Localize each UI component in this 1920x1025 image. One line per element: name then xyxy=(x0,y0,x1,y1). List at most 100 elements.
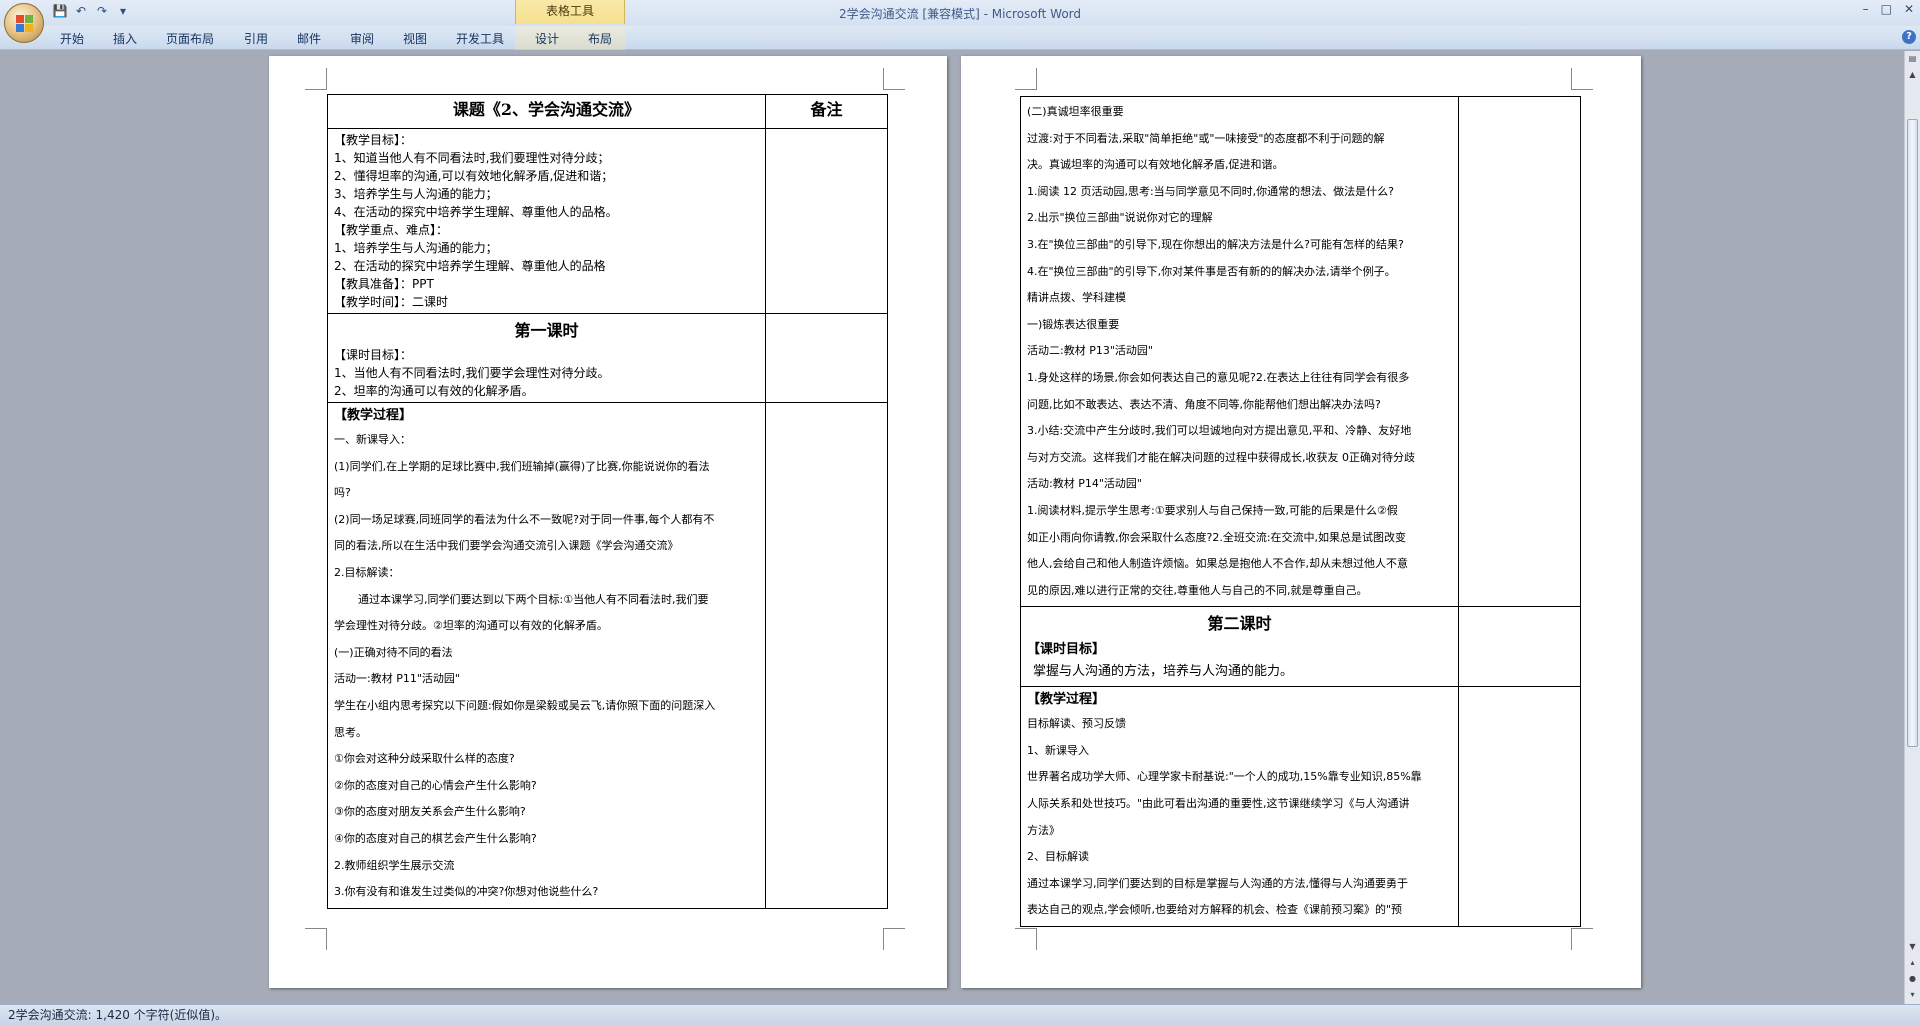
tab-insert[interactable]: 插入 xyxy=(113,30,137,47)
text-line: 2、懂得坦率的沟通,可以有效地化解矛盾,促进和谐； xyxy=(334,169,614,183)
text-line: ②你的态度对自己的心情会产生什么影响? xyxy=(334,778,537,792)
tab-view[interactable]: 视图 xyxy=(403,30,427,47)
vertical-scrollbar[interactable]: ▤ ▲ ▼ ▴ ● ▾ xyxy=(1904,51,1920,1004)
text-line: 表达自己的观点,学会倾听,也要给对方解释的机会、检查《课前预习案》的"预 xyxy=(1027,903,1403,917)
tab-home[interactable]: 开始 xyxy=(60,30,84,47)
text-line: 与对方交流。这样我们才能在解决问题的过程中获得成长,收获友 0正确对待分歧 xyxy=(1027,450,1415,464)
minimize-button[interactable]: – xyxy=(1863,2,1869,16)
previous-page-icon[interactable]: ▴ xyxy=(1907,957,1918,969)
text-line: 人际关系和处世技巧。"由此可看出沟通的重要性,这节课继续学习《与人沟通讲 xyxy=(1027,797,1410,811)
text-line: 1、新课导入 xyxy=(1027,743,1089,757)
notes-header: 备注 xyxy=(810,100,843,119)
text-line: (二)真诚坦率很重要 xyxy=(1027,105,1124,118)
table-header-title-cell[interactable]: 课题《2、学会沟通交流》 xyxy=(327,94,766,129)
notes-cell[interactable] xyxy=(765,402,888,909)
text-line: 活动一:教材 P11"活动园" xyxy=(334,672,460,686)
text-line: 问题,比如不敢表达、表达不清、角度不同等,你能帮他们想出解决办法吗? xyxy=(1027,397,1381,411)
text-line: 1、培养学生与人沟通的能力； xyxy=(334,241,498,255)
page-2: (二)真诚坦率很重要 过渡:对于不同看法,采取"简单拒绝"或"一味接受"的态度都… xyxy=(961,56,1641,988)
tab-layout[interactable]: 布局 xyxy=(588,30,612,47)
notes-cell[interactable] xyxy=(765,313,888,403)
lesson2-title: 第二课时 xyxy=(1207,614,1272,634)
tab-review[interactable]: 审阅 xyxy=(350,30,374,47)
crop-mark xyxy=(1571,928,1593,950)
notes-cell[interactable] xyxy=(1458,95,1581,608)
text-line: 1.身处这样的场景,你会如何表达自己的意见呢?2.在表达上往往有同学会有很多 xyxy=(1027,370,1410,384)
help-icon[interactable]: ? xyxy=(1902,30,1916,44)
text-line: 他人,会给自己和他人制造许烦恼。如果总是抱他人不合作,却从未想过他人不意 xyxy=(1027,557,1408,571)
crop-mark xyxy=(883,928,905,950)
select-browse-object-icon[interactable]: ● xyxy=(1907,973,1918,985)
tab-mailings[interactable]: 邮件 xyxy=(297,30,321,47)
activities-cell[interactable]: (二)真诚坦率很重要 过渡:对于不同看法,采取"简单拒绝"或"一味接受"的态度都… xyxy=(1020,95,1459,608)
lesson2-goals-cell[interactable]: 第二课时 【课时目标】 掌握与人沟通的方法，培养与人沟通的能力。 xyxy=(1020,606,1459,688)
crop-mark xyxy=(1571,68,1593,90)
text-line: 通过本课学习,同学们要达到的目标是掌握与人沟通的方法,懂得与人沟通要勇于 xyxy=(1027,876,1408,890)
text-line: 4.在"换位三部曲"的引导下,你对某件事是否有新的的解决办法,请举个例子。 xyxy=(1027,264,1396,278)
text-line: 活动:教材 P14"活动园" xyxy=(1027,477,1142,491)
text-line: 3.小结:交流中产生分歧时,我们可以坦诚地向对方提出意见,平和、冷静、友好地 xyxy=(1027,424,1412,438)
teaching-process-cell[interactable]: 【教学过程】 目标解读、预习反馈 1、新课导入 世界著名成功学大师、心理学家卡耐… xyxy=(1020,686,1459,928)
tab-references[interactable]: 引用 xyxy=(244,30,268,47)
document-workspace[interactable]: 课题《2、学会沟通交流》 备注 【教学目标】： 1、知道当他人有不同看法时,我们… xyxy=(0,51,1904,1004)
title-bar: 💾 ↶ ↷ ▾ 表格工具 2学会沟通交流 [兼容模式] - Microsoft … xyxy=(0,0,1920,26)
crop-mark xyxy=(883,68,905,90)
text-line: (1)同学们,在上学期的足球比赛中,我们班输掉(赢得)了比赛,你能说说你的看法 xyxy=(334,459,710,473)
close-button[interactable]: ✕ xyxy=(1904,2,1914,16)
status-bar: 2学会沟通交流: 1,420 个字符(近似值)。 xyxy=(0,1004,1920,1025)
text-line: 【教学时间】：二课时 xyxy=(334,295,449,309)
text-line: 【教学目标】： xyxy=(334,133,413,147)
text-line: 2.出示"换位三部曲"说说你对它的理解 xyxy=(1027,211,1213,225)
text-line: (2)同一场足球赛,同班同学的看法为什么不一致呢?对于同一件事,每个人都有不 xyxy=(334,512,715,526)
text-line: 1.阅读 12 页活动园,思考:当与同学意见不同时,你通常的想法、做法是什么? xyxy=(1027,184,1395,198)
text-line: 2、目标解读 xyxy=(1027,850,1089,864)
crop-mark xyxy=(1015,68,1037,90)
notes-cell[interactable] xyxy=(765,128,888,314)
tab-design[interactable]: 设计 xyxy=(535,30,559,47)
crop-mark xyxy=(305,928,327,950)
text-line: 活动二:教材 P13"活动园" xyxy=(1027,344,1153,358)
notes-cell[interactable] xyxy=(1458,606,1581,688)
objectives-cell[interactable]: 【教学目标】： 1、知道当他人有不同看法时,我们要理性对待分歧； 2、懂得坦率的… xyxy=(327,128,766,314)
text-line: 2、在活动的探究中培养学生理解、尊重他人的品格 xyxy=(334,259,606,273)
lesson-table-page-1: 课题《2、学会沟通交流》 备注 【教学目标】： 1、知道当他人有不同看法时,我们… xyxy=(327,94,888,909)
text-line: 思考。 xyxy=(334,725,367,739)
tab-page-layout[interactable]: 页面布局 xyxy=(166,30,214,47)
lesson1-goals-cell[interactable]: 第一课时 【课时目标】： 1、当他人有不同看法时,我们要学会理性对待分歧。 2、… xyxy=(327,313,766,403)
ribbon-tab-bar: 开始 插入 页面布局 引用 邮件 审阅 视图 开发工具 设计 布局 xyxy=(0,26,1920,50)
text-line: 3.你有没有和谁发生过类似的冲突?你想对他说些什么? xyxy=(334,885,599,899)
scroll-up-arrow-icon[interactable]: ▲ xyxy=(1907,69,1918,81)
text-line: 学生在小组内思考探究以下问题:假如你是梁毅或吴云飞,请你照下面的问题深入 xyxy=(334,698,716,712)
office-button[interactable] xyxy=(4,3,44,43)
next-page-icon[interactable]: ▾ xyxy=(1907,989,1918,1001)
window-controls: – □ ✕ xyxy=(1863,2,1914,16)
text-line: 同的看法,所以在生活中我们要学会沟通交流引入课题《学会沟通交流》 xyxy=(334,539,679,553)
tab-developer[interactable]: 开发工具 xyxy=(456,30,504,47)
text-line: 通过本课学习,同学们要达到以下两个目标:①当他人有不同看法时,我们要 xyxy=(358,592,709,606)
text-line: 掌握与人沟通的方法，培养与人沟通的能力。 xyxy=(1033,664,1294,680)
text-line: 【教学重点、难点】： xyxy=(334,223,449,237)
text-line: 方法》 xyxy=(1027,823,1060,837)
text-line: 如正小雨向你请教,你会采取什么态度?2.全班交流:在交流中,如果总是试图改变 xyxy=(1027,530,1407,544)
lesson1-title: 第一课时 xyxy=(514,321,579,340)
maximize-button[interactable]: □ xyxy=(1881,2,1892,16)
text-line: 【教具准备】：PPT xyxy=(334,277,434,291)
word-count-status[interactable]: 2学会沟通交流: 1,420 个字符(近似值)。 xyxy=(8,1008,227,1022)
crop-mark xyxy=(305,68,327,90)
teaching-process-cell[interactable]: 【教学过程】 一、新课导入： (1)同学们,在上学期的足球比赛中,我们班输掉(赢… xyxy=(327,402,766,909)
table-header-note-cell[interactable]: 备注 xyxy=(765,94,888,129)
text-line: 3、培养学生与人沟通的能力； xyxy=(334,187,498,201)
scroll-thumb[interactable] xyxy=(1907,119,1918,747)
text-line: 3.在"换位三部曲"的引导下,现在你想出的解决方法是什么?可能有怎样的结果? xyxy=(1027,237,1404,251)
notes-cell[interactable] xyxy=(1458,686,1581,928)
text-line: ④你的态度对自己的棋艺会产生什么影响? xyxy=(334,831,537,845)
ruler-toggle-icon[interactable]: ▤ xyxy=(1907,53,1918,65)
text-line: 过渡:对于不同看法,采取"简单拒绝"或"一味接受"的态度都不利于问题的解 xyxy=(1027,131,1385,145)
scroll-down-arrow-icon[interactable]: ▼ xyxy=(1907,941,1918,953)
page-1: 课题《2、学会沟通交流》 备注 【教学目标】： 1、知道当他人有不同看法时,我们… xyxy=(269,56,947,988)
window-title: 2学会沟通交流 [兼容模式] - Microsoft Word xyxy=(838,7,1082,21)
text-line: 4、在活动的探究中培养学生理解、尊重他人的品格。 xyxy=(334,205,618,219)
text-line: 2.教师组织学生展示交流 xyxy=(334,858,455,872)
text-line: 学会理性对待分歧。②坦率的沟通可以有效的化解矛盾。 xyxy=(334,619,608,633)
text-line: 1、知道当他人有不同看法时,我们要理性对待分歧； xyxy=(334,151,610,165)
